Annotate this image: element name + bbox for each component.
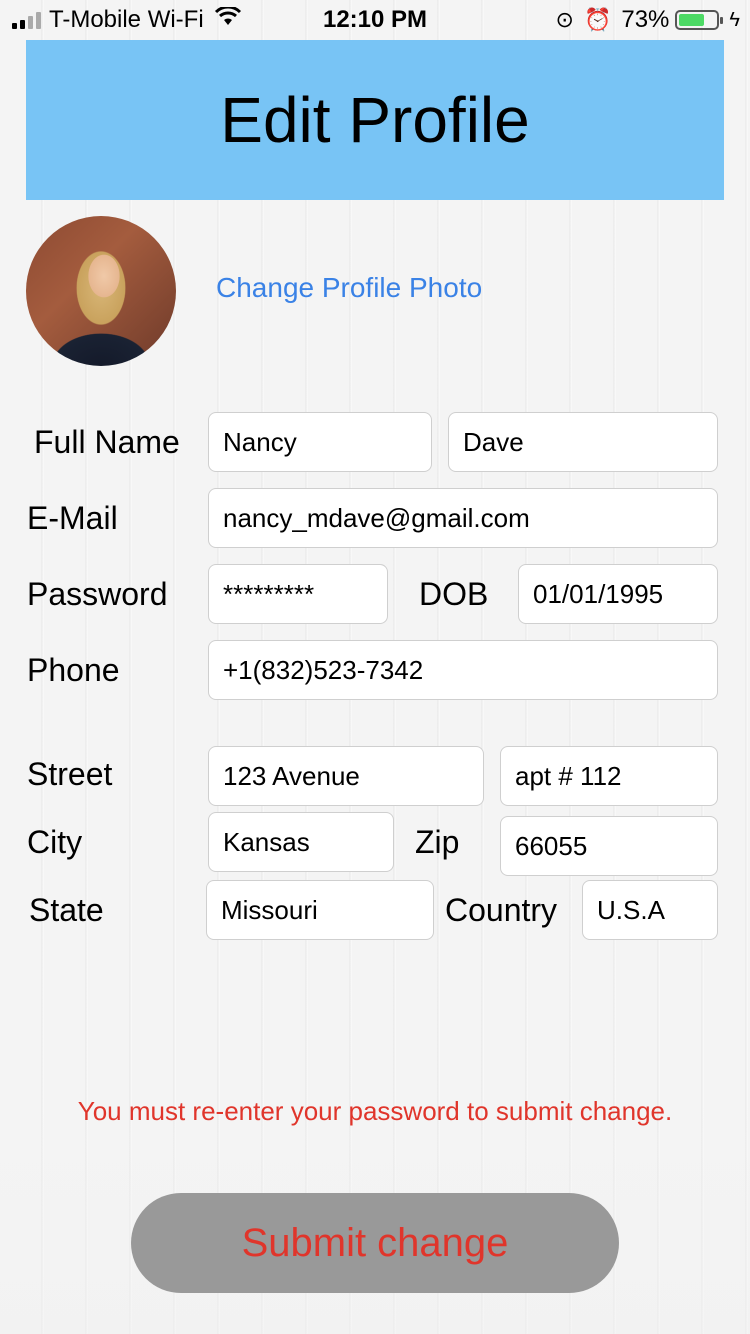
- battery-percent: 73%: [621, 6, 670, 33]
- password-field[interactable]: *********: [208, 564, 388, 624]
- street-field[interactable]: 123 Avenue: [208, 746, 484, 806]
- avatar[interactable]: [26, 216, 176, 366]
- orientation-lock-icon: ⊙: [555, 7, 574, 32]
- status-right: ⊙ ⏰ 73% ϟ: [556, 6, 740, 34]
- street-label: Street: [27, 756, 113, 792]
- phone-label: Phone: [27, 652, 120, 688]
- status-bar: T-Mobile Wi-Fi 12:10 PM ⊙ ⏰ 73% ϟ: [0, 0, 750, 40]
- state-field[interactable]: Missouri: [206, 880, 434, 940]
- battery-icon: [675, 10, 724, 30]
- zip-field[interactable]: 66055: [500, 816, 718, 876]
- submit-change-button[interactable]: Submit change: [131, 1193, 619, 1293]
- state-label: State: [29, 892, 104, 928]
- zip-label: Zip: [415, 824, 460, 860]
- charging-icon: ϟ: [729, 8, 740, 31]
- password-label: Password: [27, 576, 168, 612]
- email-label: E-Mail: [27, 500, 118, 536]
- full-name-label: Full Name: [34, 424, 180, 460]
- city-label: City: [27, 824, 83, 860]
- change-profile-photo-link[interactable]: Change Profile Photo: [216, 272, 482, 304]
- phone-field[interactable]: +1(832)523-7342: [208, 640, 718, 700]
- city-field[interactable]: Kansas: [208, 812, 394, 872]
- dob-label: DOB: [419, 576, 489, 612]
- first-name-field[interactable]: Nancy: [208, 412, 432, 472]
- alarm-icon: ⏰: [583, 7, 612, 32]
- page-title: Edit Profile: [220, 84, 530, 156]
- dob-field[interactable]: 01/01/1995: [518, 564, 718, 624]
- email-field[interactable]: nancy_mdave@gmail.com: [208, 488, 718, 548]
- submit-change-label: Submit change: [241, 1220, 509, 1265]
- country-label: Country: [445, 892, 558, 928]
- header-bar: Edit Profile: [26, 40, 724, 200]
- apt-field[interactable]: apt # 112: [500, 746, 718, 806]
- last-name-field[interactable]: Dave: [448, 412, 718, 472]
- password-warning: You must re-enter your password to submi…: [77, 1096, 673, 1126]
- country-field[interactable]: U.S.A: [582, 880, 718, 940]
